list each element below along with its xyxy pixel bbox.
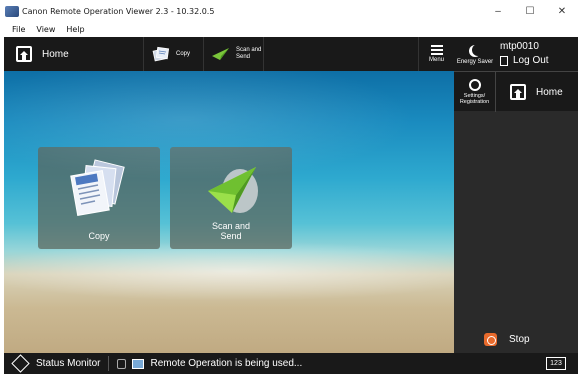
home-icon	[510, 84, 526, 100]
remote-operation-icon	[132, 358, 145, 369]
window-controls: – ☐ ✕	[482, 0, 578, 22]
moon-icon	[472, 44, 484, 56]
energy-saver-button[interactable]: Energy Saver	[454, 37, 496, 71]
stop-label: Stop	[509, 333, 530, 345]
home-screen-background: Copy Scan and Send	[4, 71, 454, 353]
menu-button[interactable]: Menu	[418, 37, 454, 71]
menu-help[interactable]: Help	[66, 25, 84, 34]
user-name: mtp0010	[500, 41, 539, 52]
energy-saver-label: Energy Saver	[456, 58, 494, 65]
nav-shortcut-copy[interactable]: Copy	[144, 37, 204, 71]
home-tab-label: Home	[42, 48, 69, 60]
minimize-button[interactable]: –	[482, 0, 514, 22]
menu-view[interactable]: View	[36, 25, 55, 34]
copy-tile-label: Copy	[88, 231, 110, 241]
window-title: Canon Remote Operation Viewer 2.3 - 10.3…	[22, 6, 215, 16]
side-panel-row: Settings/ Registration Home	[454, 71, 578, 112]
top-nav: Home Copy Scan and Send Menu	[4, 37, 454, 71]
scan-send-tile[interactable]: Scan and Send	[170, 147, 292, 249]
copy-icon	[70, 159, 125, 217]
logout-icon	[500, 55, 508, 66]
status-separator	[108, 356, 110, 371]
status-bar: Status Monitor Remote Operation is being…	[4, 353, 578, 374]
nav-shortcut-scan-send-label: Scan and Send	[236, 47, 262, 60]
menu-button-label: Menu	[428, 57, 444, 63]
menu-file[interactable]: File	[12, 25, 25, 34]
status-monitor-icon[interactable]	[11, 354, 30, 373]
home-icon	[16, 46, 32, 62]
settings-registration-button[interactable]: Settings/ Registration	[454, 72, 496, 112]
settings-registration-label: Settings/ Registration	[459, 93, 490, 105]
copy-icon	[152, 46, 170, 62]
side-home-button[interactable]: Home	[510, 84, 563, 100]
canon-app-icon	[5, 5, 19, 17]
home-tab[interactable]: Home	[4, 37, 144, 71]
nav-shortcut-scan-send[interactable]: Scan and Send	[204, 37, 264, 71]
maximize-button[interactable]: ☐	[514, 0, 546, 22]
logout-button[interactable]: Log Out	[500, 55, 549, 66]
side-home-label: Home	[536, 86, 563, 98]
window-titlebar: Canon Remote Operation Viewer 2.3 - 10.3…	[0, 0, 578, 22]
stop-button[interactable]: Stop	[454, 322, 578, 356]
scan-send-icon	[212, 48, 229, 60]
status-message: Remote Operation is being used...	[150, 358, 303, 369]
counter-check-button[interactable]: 123	[546, 357, 566, 370]
stop-icon	[484, 332, 497, 346]
copy-tile[interactable]: Copy	[38, 147, 160, 249]
gear-icon	[468, 79, 481, 91]
lock-icon	[117, 358, 127, 369]
side-panel-header: Energy Saver mtp0010 Log Out	[454, 37, 578, 71]
device-panel: Home Copy Scan and Send Menu Copy Scan a…	[4, 37, 578, 374]
status-monitor-button[interactable]: Status Monitor	[36, 358, 100, 369]
menubar: File View Help	[0, 22, 578, 37]
hamburger-icon	[430, 45, 443, 55]
side-panel: Energy Saver mtp0010 Log Out Settings/ R…	[454, 37, 578, 374]
logout-label: Log Out	[513, 55, 549, 66]
close-button[interactable]: ✕	[546, 0, 578, 22]
scan-send-tile-label: Scan and Send	[211, 221, 251, 241]
paper-plane-icon	[208, 167, 258, 213]
nav-shortcut-copy-label: Copy	[176, 50, 191, 57]
